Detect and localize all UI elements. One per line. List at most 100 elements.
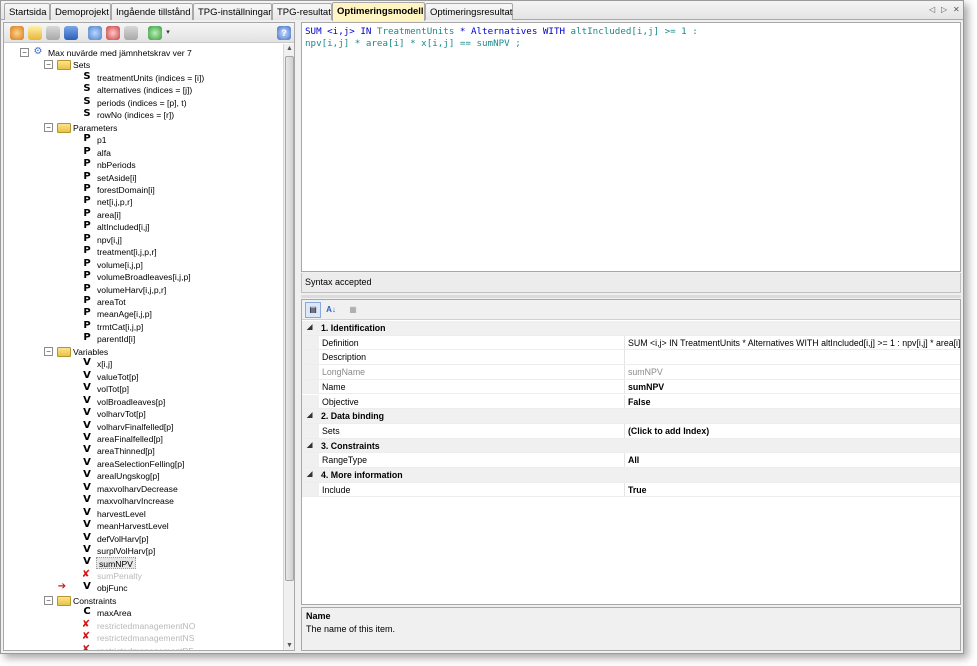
- tree-item[interactable]: volumeBroadleaves[i,j,p]: [97, 271, 191, 283]
- tree-item[interactable]: altIncluded[i,j]: [97, 221, 150, 233]
- tree-folder-variables[interactable]: Variables: [73, 346, 108, 358]
- property-category[interactable]: ◢ 2. Data binding: [302, 409, 960, 424]
- alphabetical-sort-icon[interactable]: A↓: [323, 302, 339, 318]
- tree-folder-constraints[interactable]: Constraints: [73, 595, 116, 607]
- tree-item[interactable]: volTot[p]: [97, 383, 129, 395]
- tab-scroll-left-icon[interactable]: ◁: [929, 5, 935, 14]
- tree-item[interactable]: volumeHarv[i,j,p,r]: [97, 284, 166, 296]
- tree-item[interactable]: nbPeriods: [97, 159, 136, 171]
- tree-item[interactable]: trmtCat[i,j,p]: [97, 321, 143, 333]
- tree-item[interactable]: p1: [97, 134, 107, 146]
- property-row[interactable]: Definition SUM <i,j> IN TreatmentUnits * …: [302, 335, 960, 351]
- tree-item[interactable]: alfa: [97, 147, 111, 159]
- tree-item[interactable]: restrictedmanagementNO: [97, 620, 195, 632]
- pane-splitter[interactable]: [301, 295, 961, 298]
- help-icon[interactable]: ?: [277, 26, 291, 40]
- property-row[interactable]: Name sumNPV: [302, 379, 960, 395]
- tree-root-model[interactable]: Max nuvärde med jämnhetskrav ver 7: [48, 47, 192, 59]
- tree-item[interactable]: meanAge[i,j,p]: [97, 308, 152, 320]
- tree-item[interactable]: surplVolHarv[p]: [97, 545, 155, 557]
- property-value[interactable]: All: [628, 453, 960, 467]
- tab-optimeringsresultat[interactable]: Optimeringsresultat: [425, 3, 513, 20]
- tab-startsida[interactable]: Startsida: [4, 3, 50, 20]
- tree-item[interactable]: sumPenalty: [97, 570, 142, 582]
- run-icon[interactable]: [148, 26, 162, 40]
- property-value[interactable]: False: [628, 395, 960, 409]
- tree-item[interactable]: treatmentUnits (indices = [i]): [97, 72, 204, 84]
- property-pages-icon[interactable]: ▦: [345, 302, 361, 318]
- tree-item[interactable]: sumNPV: [96, 557, 136, 570]
- settings-gear-icon[interactable]: [88, 26, 102, 40]
- tab-ing-ende-tillst-nd[interactable]: Ingående tillstånd: [111, 3, 193, 20]
- tree-item[interactable]: harvestLevel: [97, 508, 146, 520]
- tree-item[interactable]: meanHarvestLevel: [97, 520, 169, 532]
- tree-scrollbar[interactable]: ▲ ▼: [283, 44, 294, 650]
- tab-demoprojekt[interactable]: Demoprojekt: [50, 3, 111, 20]
- tree-collapse-toggle[interactable]: −: [44, 60, 53, 70]
- property-row[interactable]: LongName sumNPV: [302, 365, 960, 380]
- property-category[interactable]: ◢ 1. Identification: [302, 321, 960, 336]
- tree-item[interactable]: maxvolharvIncrease: [97, 495, 174, 507]
- gear-delete-icon[interactable]: [106, 26, 120, 40]
- tree-item[interactable]: volBroadleaves[p]: [97, 396, 165, 408]
- expression-editor[interactable]: SUM <i,j> IN TreatmentUnits * Alternativ…: [301, 22, 961, 272]
- tree-item[interactable]: volume[i,j,p]: [97, 259, 143, 271]
- tab-optimeringsmodell[interactable]: Optimeringsmodell: [332, 2, 425, 21]
- tree-collapse-toggle[interactable]: −: [44, 122, 53, 132]
- tree-item[interactable]: alternatives (indices = [j]): [97, 84, 192, 96]
- property-value[interactable]: sumNPV: [628, 365, 960, 379]
- tree-item[interactable]: restrictedmanagementPF: [97, 645, 193, 650]
- scroll-up-icon[interactable]: ▲: [285, 45, 294, 52]
- export-icon[interactable]: [124, 26, 138, 40]
- tree-collapse-toggle[interactable]: −: [44, 595, 53, 605]
- tree-collapse-toggle[interactable]: −: [44, 346, 53, 356]
- property-category[interactable]: ◢ 3. Constraints: [302, 438, 960, 454]
- tree-folder-parameters[interactable]: Parameters: [73, 122, 117, 134]
- tree-item[interactable]: rowNo (indices = [r]): [97, 109, 174, 121]
- save-disabled-icon[interactable]: [46, 26, 60, 40]
- tree-collapse-toggle[interactable]: −: [20, 48, 29, 57]
- tree-item[interactable]: restrictedmanagementNS: [97, 632, 194, 644]
- tree-item[interactable]: net[i,j,p,r]: [97, 196, 132, 208]
- tree-item[interactable]: area[i]: [97, 209, 121, 221]
- collapse-caret-icon[interactable]: ◢: [307, 468, 312, 482]
- tab-scroll-right-icon[interactable]: ▷: [941, 5, 947, 14]
- categorized-view-icon[interactable]: ▤: [305, 302, 321, 318]
- tree-item[interactable]: npv[i,j]: [97, 234, 122, 246]
- property-row[interactable]: Include True: [302, 482, 960, 498]
- property-category[interactable]: ◢ 4. More information: [302, 468, 960, 483]
- collapse-caret-icon[interactable]: ◢: [307, 409, 312, 423]
- collapse-caret-icon[interactable]: ◢: [307, 439, 312, 453]
- tree-folder-sets[interactable]: Sets: [73, 59, 90, 71]
- tab-tpg-resultat[interactable]: TPG-resultat: [272, 3, 332, 20]
- tree-item[interactable]: periods (indices = [p], t): [97, 97, 187, 109]
- tree-item[interactable]: areaTot: [97, 296, 126, 308]
- property-row[interactable]: Objective False: [302, 394, 960, 410]
- tree-item[interactable]: maxvolharvDecrease: [97, 483, 178, 495]
- collapse-caret-icon[interactable]: ◢: [307, 321, 312, 335]
- open-folder-icon[interactable]: [28, 26, 42, 40]
- tree-item[interactable]: valueTot[p]: [97, 371, 139, 383]
- tree-item[interactable]: maxArea: [97, 607, 131, 619]
- gear-new-icon[interactable]: [10, 26, 24, 40]
- tree-item[interactable]: areaSelectionFelling[p]: [97, 458, 184, 470]
- property-row[interactable]: Description: [302, 350, 960, 366]
- property-value[interactable]: True: [628, 483, 960, 497]
- tree-item[interactable]: areaThinned[p]: [97, 445, 155, 457]
- tree-item[interactable]: volharvFinalfelled[p]: [97, 421, 173, 433]
- tree-item[interactable]: areaFinalfelled[p]: [97, 433, 163, 445]
- tree-item[interactable]: parentId[i]: [97, 333, 135, 345]
- property-row[interactable]: RangeType All: [302, 453, 960, 468]
- property-value[interactable]: SUM <i,j> IN TreatmentUnits * Alternativ…: [628, 336, 960, 350]
- tree-item[interactable]: arealUngskog[p]: [97, 470, 160, 482]
- tree-item[interactable]: treatment[i,j,p,r]: [97, 246, 157, 258]
- property-value[interactable]: sumNPV: [628, 380, 960, 394]
- tree-item[interactable]: x[i,j]: [97, 358, 112, 370]
- tab-close-icon[interactable]: ✕: [953, 5, 960, 14]
- scroll-down-icon[interactable]: ▼: [285, 642, 294, 649]
- tree-item[interactable]: defVolHarv[p]: [97, 533, 149, 545]
- tree-item[interactable]: forestDomain[i]: [97, 184, 155, 196]
- property-row[interactable]: Sets (Click to add Index): [302, 423, 960, 439]
- tab-tpg-inst-llningar[interactable]: TPG-inställningar: [193, 3, 272, 20]
- chevron-down-icon[interactable]: ▾: [164, 26, 172, 40]
